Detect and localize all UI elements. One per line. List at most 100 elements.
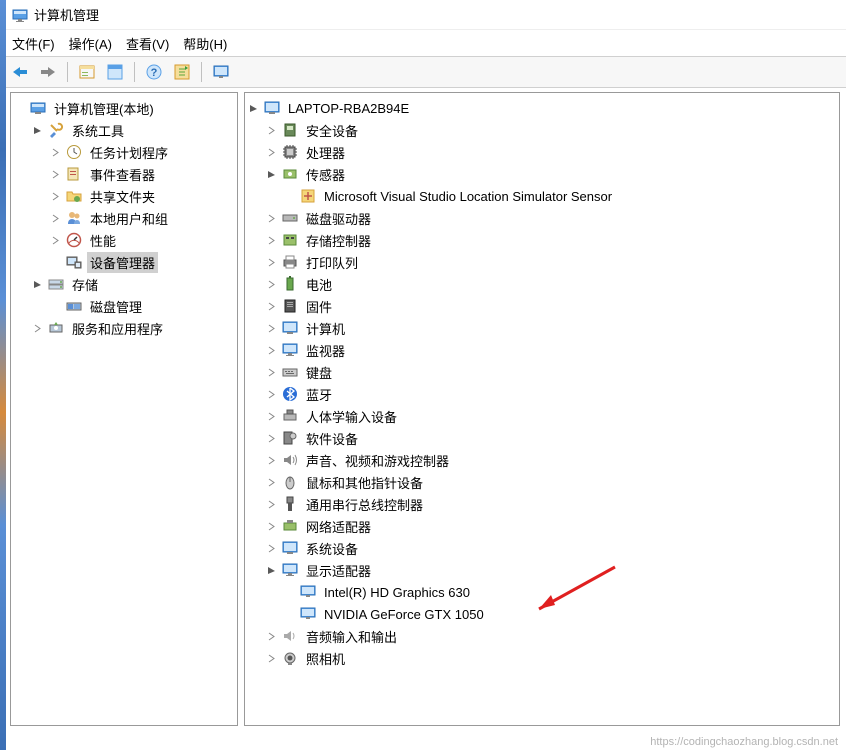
cat-sound-video-game[interactable]: 声音、视频和游戏控制器 <box>265 449 837 471</box>
cat-firmware[interactable]: 固件 <box>265 295 837 317</box>
tree-event-viewer[interactable]: 事件查看器 <box>49 163 235 185</box>
cat-system-devices[interactable]: 系统设备 <box>265 537 837 559</box>
software-device-icon <box>281 429 299 447</box>
expand-icon[interactable] <box>265 256 277 268</box>
cat-computer[interactable]: 计算机 <box>265 317 837 339</box>
network-icon <box>281 517 299 535</box>
tree-disk-management[interactable]: 磁盘管理 <box>49 295 235 317</box>
cat-disk-drives[interactable]: 磁盘驱动器 <box>265 207 837 229</box>
sensor-msvs-location[interactable]: Microsoft Visual Studio Location Simulat… <box>283 185 837 207</box>
menu-action[interactable]: 操作(A) <box>69 34 112 53</box>
computer-management-icon <box>29 99 47 117</box>
expand-icon[interactable] <box>265 124 277 136</box>
tree-label: NVIDIA GeForce GTX 1050 <box>321 606 487 623</box>
toolbar: ? <box>0 56 846 88</box>
keyboard-icon <box>281 363 299 381</box>
expand-icon[interactable] <box>49 212 61 224</box>
cat-security-devices[interactable]: 安全设备 <box>265 119 837 141</box>
collapse-icon[interactable] <box>247 102 259 114</box>
expand-icon[interactable] <box>49 146 61 158</box>
tree-label: 固件 <box>303 296 335 317</box>
window-title: 计算机管理 <box>34 5 99 24</box>
titlebar: 计算机管理 <box>0 0 846 30</box>
cat-print-queues[interactable]: 打印队列 <box>265 251 837 273</box>
tree-device-manager[interactable]: 设备管理器 <box>49 251 235 273</box>
cat-sensors[interactable]: 传感器 <box>265 163 837 185</box>
tree-label: 处理器 <box>303 142 348 163</box>
expand-icon[interactable] <box>49 234 61 246</box>
expand-icon[interactable] <box>265 630 277 642</box>
expand-icon[interactable] <box>265 146 277 158</box>
cat-mice[interactable]: 鼠标和其他指针设备 <box>265 471 837 493</box>
expand-icon[interactable] <box>265 498 277 510</box>
cat-display-adapters[interactable]: 显示适配器 <box>265 559 837 581</box>
cat-storage-controllers[interactable]: 存储控制器 <box>265 229 837 251</box>
disk-management-icon <box>65 297 83 315</box>
computer-icon <box>263 99 281 117</box>
expand-icon[interactable] <box>265 454 277 466</box>
expand-icon[interactable] <box>265 410 277 422</box>
tree-storage[interactable]: 存储 <box>31 273 235 295</box>
tree-performance[interactable]: 性能 <box>49 229 235 251</box>
cat-software-devices[interactable]: 软件设备 <box>265 427 837 449</box>
collapse-icon[interactable] <box>31 278 43 290</box>
tree-root-computer-management[interactable]: 计算机管理(本地) <box>13 97 235 119</box>
menu-view[interactable]: 查看(V) <box>126 34 169 53</box>
collapse-icon[interactable] <box>265 168 277 180</box>
tree-label: 软件设备 <box>303 428 361 449</box>
collapse-icon[interactable] <box>31 124 43 136</box>
expand-icon[interactable] <box>49 168 61 180</box>
refresh-button[interactable] <box>170 60 194 84</box>
expand-icon[interactable] <box>265 476 277 488</box>
tree-services-apps[interactable]: 服务和应用程序 <box>31 317 235 339</box>
cat-keyboards[interactable]: 键盘 <box>265 361 837 383</box>
device-root[interactable]: LAPTOP-RBA2B94E <box>247 97 837 119</box>
tree-task-scheduler[interactable]: 任务计划程序 <box>49 141 235 163</box>
tree-label: 存储 <box>69 274 101 295</box>
expand-icon[interactable] <box>265 520 277 532</box>
expand-icon[interactable] <box>265 432 277 444</box>
camera-icon <box>281 649 299 667</box>
tree-label: 声音、视频和游戏控制器 <box>303 450 452 471</box>
gpu-intel-hd-630[interactable]: Intel(R) HD Graphics 630 <box>283 581 837 603</box>
expand-icon[interactable] <box>265 212 277 224</box>
expand-icon[interactable] <box>265 344 277 356</box>
expand-icon[interactable] <box>265 278 277 290</box>
cat-batteries[interactable]: 电池 <box>265 273 837 295</box>
tree-shared-folders[interactable]: 共享文件夹 <box>49 185 235 207</box>
forward-button[interactable] <box>36 60 60 84</box>
storage-controller-icon <box>281 231 299 249</box>
menu-help[interactable]: 帮助(H) <box>183 34 227 53</box>
expand-icon[interactable] <box>265 542 277 554</box>
expand-icon[interactable] <box>265 366 277 378</box>
tree-local-users-groups[interactable]: 本地用户和组 <box>49 207 235 229</box>
show-hide-tree-button[interactable] <box>75 60 99 84</box>
expand-icon[interactable] <box>49 190 61 202</box>
shared-folder-icon <box>65 187 83 205</box>
collapse-icon[interactable] <box>265 564 277 576</box>
expand-icon[interactable] <box>265 234 277 246</box>
cat-hid[interactable]: 人体学输入设备 <box>265 405 837 427</box>
cat-bluetooth[interactable]: 蓝牙 <box>265 383 837 405</box>
toolbar-separator <box>134 62 135 82</box>
back-button[interactable] <box>8 60 32 84</box>
expand-icon[interactable] <box>265 322 277 334</box>
cat-usb-controllers[interactable]: 通用串行总线控制器 <box>265 493 837 515</box>
properties-button[interactable] <box>103 60 127 84</box>
cat-monitors[interactable]: 监视器 <box>265 339 837 361</box>
services-icon <box>47 319 65 337</box>
expand-icon[interactable] <box>265 300 277 312</box>
menu-file[interactable]: 文件(F) <box>12 34 55 53</box>
help-button[interactable]: ? <box>142 60 166 84</box>
expand-icon[interactable] <box>265 388 277 400</box>
tree-label: 电池 <box>303 274 335 295</box>
cat-network-adapters[interactable]: 网络适配器 <box>265 515 837 537</box>
monitor-button[interactable] <box>209 60 233 84</box>
cat-cameras[interactable]: 照相机 <box>265 647 837 669</box>
gpu-nvidia-gtx-1050[interactable]: NVIDIA GeForce GTX 1050 <box>283 603 837 625</box>
cat-audio-io[interactable]: 音频输入和输出 <box>265 625 837 647</box>
expand-icon[interactable] <box>265 652 277 664</box>
expand-icon[interactable] <box>31 322 43 334</box>
cat-processors[interactable]: 处理器 <box>265 141 837 163</box>
tree-system-tools[interactable]: 系统工具 <box>31 119 235 141</box>
